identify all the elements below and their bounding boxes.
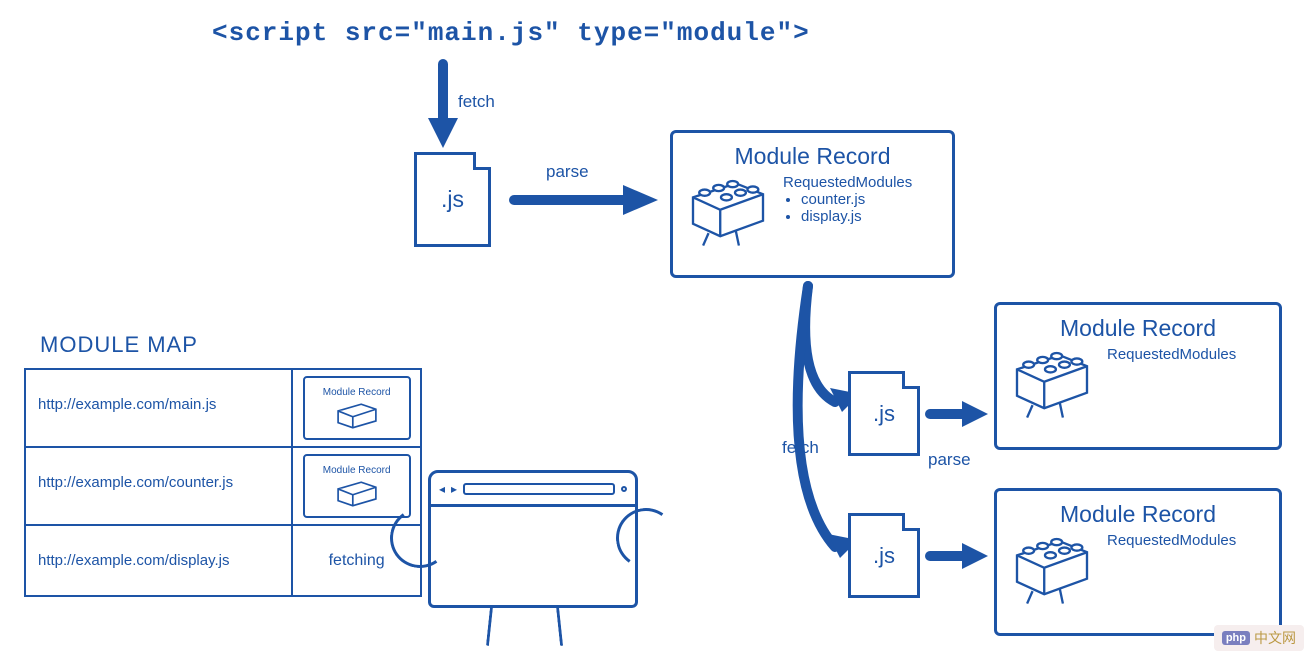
file-display-js: .js — [848, 513, 920, 598]
mini-module-title: Module Record — [323, 465, 391, 476]
map-value: Module Record — [293, 448, 420, 524]
module-record-title: Module Record — [1009, 315, 1267, 342]
diagram-stage: <script src="main.js" type="module"> fet… — [0, 0, 1314, 659]
brick-icon — [685, 174, 771, 244]
file-counter-js: .js — [848, 371, 920, 456]
leg-left — [486, 606, 494, 646]
watermark-text: 中文网 — [1254, 628, 1296, 648]
forward-icon: ▸ — [451, 482, 457, 496]
module-record-display: Module Record RequestedModules — [994, 488, 1282, 636]
label-fetch-2: fetch — [782, 438, 819, 458]
browser-cartoon: ◂ ▸ — [428, 470, 638, 608]
file-main-ext: .js — [441, 186, 464, 213]
watermark: php 中文网 — [1214, 625, 1304, 651]
label-parse-2: parse — [928, 450, 971, 470]
address-bar — [463, 483, 615, 495]
brick-icon — [1009, 532, 1095, 602]
table-row: http://example.com/display.js fetching — [26, 526, 420, 595]
file-display-ext: .js — [873, 543, 895, 569]
table-row: http://example.com/counter.js Module Rec… — [26, 448, 420, 526]
mini-module-title: Module Record — [323, 387, 391, 398]
map-url: http://example.com/main.js — [26, 370, 293, 446]
requested-modules-label: RequestedModules — [783, 174, 912, 191]
map-value: Module Record — [293, 370, 420, 446]
label-parse-1: parse — [546, 162, 589, 182]
req-module-item: counter.js — [801, 191, 912, 208]
table-row: http://example.com/main.js Module Record — [26, 370, 420, 448]
script-tag-header: <script src="main.js" type="module"> — [212, 18, 810, 48]
php-logo: php — [1222, 631, 1250, 645]
arrow-parse-counter — [926, 392, 996, 447]
req-module-item: display.js — [801, 208, 912, 225]
requested-modules-label: RequestedModules — [1107, 346, 1236, 363]
file-counter-ext: .js — [873, 401, 895, 427]
file-main-js: .js — [414, 152, 491, 247]
module-map-table: http://example.com/main.js Module Record… — [24, 368, 422, 597]
module-record-counter: Module Record RequestedModules — [994, 302, 1282, 450]
dot-icon — [621, 486, 627, 492]
map-url: http://example.com/counter.js — [26, 448, 293, 524]
requested-modules-label: RequestedModules — [1107, 532, 1236, 549]
back-icon: ◂ — [439, 482, 445, 496]
map-url: http://example.com/display.js — [26, 526, 293, 595]
module-record-title: Module Record — [685, 143, 940, 170]
module-map-title: MODULE MAP — [40, 332, 198, 358]
label-fetch-1: fetch — [458, 92, 495, 112]
arrow-parse-display — [926, 534, 996, 589]
module-record-title: Module Record — [1009, 501, 1267, 528]
mini-module-record: Module Record — [303, 376, 411, 440]
module-record-main: Module Record RequestedModules counter.j… — [670, 130, 955, 278]
mini-module-record: Module Record — [303, 454, 411, 518]
brick-icon — [1009, 346, 1095, 416]
leg-right — [556, 606, 564, 646]
